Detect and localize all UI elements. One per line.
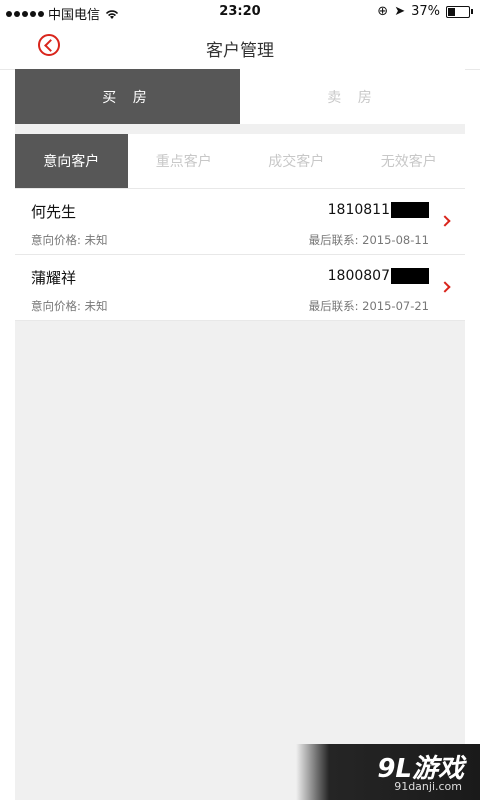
tab-closed-customers[interactable]: 成交客户 — [240, 134, 353, 188]
customer-phone: 1800807 — [328, 268, 429, 284]
customer-name: 何先生 — [31, 203, 77, 221]
last-contact: 最后联系: 2015-08-11 — [308, 233, 429, 247]
nav-header: 客户管理 — [0, 24, 480, 70]
list-item[interactable]: 何先生 1810811 意向价格: 未知 最后联系: 2015-08-11 — [15, 189, 465, 255]
redaction-mask — [391, 202, 429, 218]
tab-sell[interactable]: 卖 房 — [240, 69, 465, 124]
customer-list: 何先生 1810811 意向价格: 未知 最后联系: 2015-08-11 蒲耀… — [15, 189, 465, 321]
phone-number: 1800807 — [327, 268, 390, 284]
last-contact: 最后联系: 2015-07-21 — [308, 299, 429, 313]
location-icon: ➤ — [394, 4, 406, 19]
chevron-right-icon — [439, 215, 451, 227]
status-bar: 中国电信 23:20 ⊕ ➤ 37% — [0, 0, 480, 24]
page-title: 客户管理 — [206, 41, 274, 61]
customer-phone: 1810811 — [328, 202, 429, 218]
watermark: 9L游戏 91danji.com — [296, 744, 480, 800]
redaction-mask — [391, 268, 429, 284]
mode-tabs: 买 房 卖 房 — [15, 69, 465, 124]
battery-percent: 37% — [411, 4, 440, 19]
category-tabs: 意向客户 重点客户 成交客户 无效客户 — [15, 134, 465, 189]
intended-price: 意向价格: 未知 — [31, 233, 108, 247]
chevron-right-icon — [439, 281, 451, 293]
status-right: ⊕ ➤ 37% — [377, 4, 473, 19]
battery-icon — [446, 5, 473, 18]
customer-name: 蒲耀祥 — [31, 269, 77, 287]
watermark-url: 91danji.com — [394, 780, 462, 793]
tab-invalid-customers[interactable]: 无效客户 — [353, 134, 466, 188]
tab-key-customers[interactable]: 重点客户 — [128, 134, 241, 188]
intended-price: 意向价格: 未知 — [31, 299, 108, 313]
battery-fill — [448, 7, 455, 16]
rotation-lock-icon: ⊕ — [377, 4, 389, 19]
tab-intent-customers[interactable]: 意向客户 — [15, 134, 128, 188]
tab-buy[interactable]: 买 房 — [15, 69, 240, 124]
phone-number: 1810811 — [327, 202, 390, 218]
list-item[interactable]: 蒲耀祥 1800807 意向价格: 未知 最后联系: 2015-07-21 — [15, 255, 465, 321]
